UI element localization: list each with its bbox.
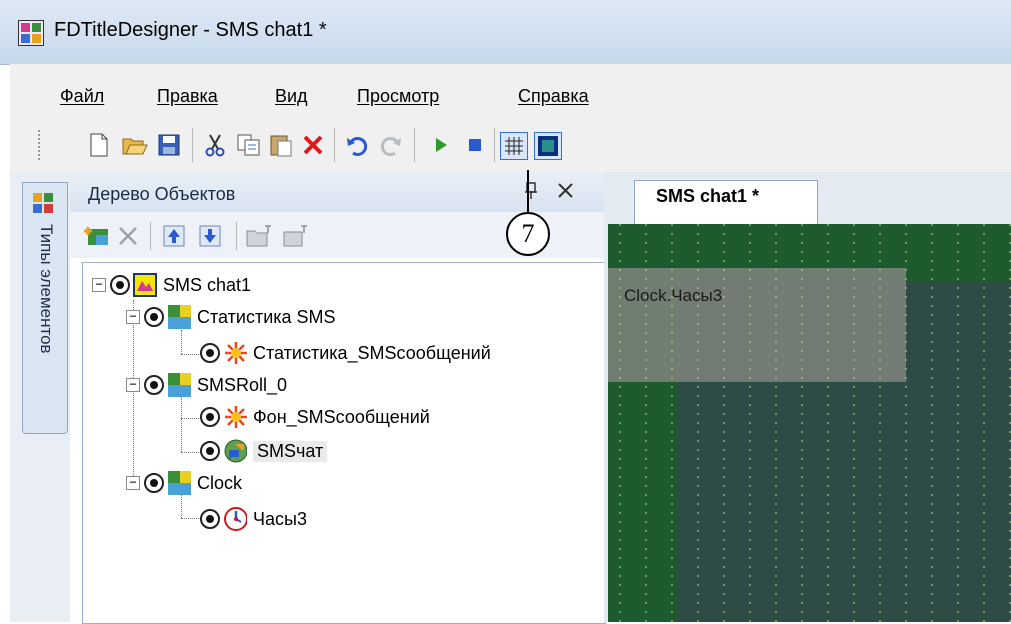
tree-node-layer[interactable]: − SMSRoll_0 xyxy=(126,370,287,400)
stop-icon[interactable] xyxy=(462,132,488,158)
visibility-eye-icon[interactable] xyxy=(200,407,220,427)
layer-icon xyxy=(167,373,191,397)
grid-icon[interactable] xyxy=(500,132,528,160)
collapse-toggle[interactable]: − xyxy=(92,278,106,292)
design-canvas[interactable]: Clock.Часы3 xyxy=(608,224,1011,622)
toolbar-separator xyxy=(494,128,495,162)
visibility-eye-icon[interactable] xyxy=(144,375,164,395)
collapse-toggle[interactable]: − xyxy=(126,476,140,490)
project-icon xyxy=(133,273,157,297)
safe-area-icon[interactable] xyxy=(534,132,562,160)
visibility-eye-icon[interactable] xyxy=(144,307,164,327)
chat-icon xyxy=(223,439,247,463)
add-object-icon[interactable] xyxy=(82,222,110,250)
clock-icon xyxy=(223,507,247,531)
collapse-toggle[interactable]: − xyxy=(126,378,140,392)
visibility-eye-icon[interactable] xyxy=(200,441,220,461)
import-icon[interactable] xyxy=(246,222,274,250)
window-title: FDTitleDesigner - SMS chat1 * xyxy=(54,19,327,41)
callout-number: 7 xyxy=(521,219,535,248)
side-tab-label: Типы элементов xyxy=(37,224,56,354)
copy-icon[interactable] xyxy=(236,132,262,158)
layer-icon xyxy=(167,305,191,329)
close-panel-icon[interactable] xyxy=(556,178,576,206)
undo-icon[interactable] xyxy=(344,132,370,158)
panel-title: Дерево Объектов xyxy=(88,184,236,204)
cut-icon[interactable] xyxy=(202,132,228,158)
save-icon[interactable] xyxy=(156,132,182,158)
tree-node-label: SMSRoll_0 xyxy=(197,374,288,395)
visibility-eye-icon[interactable] xyxy=(200,343,220,363)
document-tab-label: SMS chat1 * xyxy=(656,186,760,206)
redo-icon[interactable] xyxy=(378,132,404,158)
menu-file[interactable]: Файл xyxy=(60,86,104,107)
toolbar-grip[interactable] xyxy=(38,130,43,160)
toolbar-separator xyxy=(192,128,193,162)
tree-node-project[interactable]: − SMS chat1 xyxy=(92,270,251,300)
play-icon[interactable] xyxy=(428,132,454,158)
tree-node-label: SMS chat1 xyxy=(163,274,252,295)
collapse-toggle[interactable]: − xyxy=(126,310,140,324)
layer-icon xyxy=(167,471,191,495)
callout-marker: 7 xyxy=(506,212,550,256)
tree-node-label: Статистика_SMSсообщений xyxy=(253,342,491,363)
tree-node-label: Статистика SMS xyxy=(197,306,336,327)
tree-node-label: Часы3 xyxy=(253,508,307,529)
visibility-eye-icon[interactable] xyxy=(110,275,130,295)
tree-connector xyxy=(181,394,182,452)
effect-icon xyxy=(223,341,247,365)
tree-node-effect[interactable]: Статистика_SMSсообщений xyxy=(200,338,491,368)
tree-node-layer[interactable]: − Статистика SMS xyxy=(126,302,336,332)
delete-object-icon[interactable] xyxy=(114,222,142,250)
callout-line xyxy=(527,170,529,214)
tree-node-chat[interactable]: SMSчат xyxy=(200,436,328,466)
tree-node-effect[interactable]: Фон_SMSсообщений xyxy=(200,402,430,432)
visibility-eye-icon[interactable] xyxy=(200,509,220,529)
element-types-icon xyxy=(32,192,54,214)
tree-node-label: Фон_SMSсообщений xyxy=(253,406,430,427)
paste-icon[interactable] xyxy=(268,132,294,158)
app-icon xyxy=(18,20,44,46)
open-folder-icon[interactable] xyxy=(122,132,148,158)
delete-icon[interactable] xyxy=(300,132,326,158)
menu-edit[interactable]: Правка xyxy=(157,86,218,107)
canvas-object-label: Clock.Часы3 xyxy=(624,286,723,305)
tree-node-layer[interactable]: − Clock xyxy=(126,468,242,498)
move-up-icon[interactable] xyxy=(160,222,188,250)
tree-node-clock[interactable]: Часы3 xyxy=(200,504,307,534)
tree-node-label: SMSчат xyxy=(253,440,328,462)
menu-help[interactable]: Справка xyxy=(518,86,589,107)
menu-view[interactable]: Вид xyxy=(275,86,308,107)
export-icon[interactable] xyxy=(282,222,310,250)
panel-toolbar-separator xyxy=(150,222,151,250)
new-file-icon[interactable] xyxy=(86,132,112,158)
effect-icon xyxy=(223,405,247,429)
toolbar-separator xyxy=(334,128,335,162)
panel-toolbar-separator xyxy=(236,222,237,250)
toolbar-separator xyxy=(414,128,415,162)
canvas-graphics xyxy=(608,224,1011,622)
menu-preview[interactable]: Просмотр xyxy=(357,86,439,107)
move-down-icon[interactable] xyxy=(196,222,224,250)
tree-node-label: Clock xyxy=(197,472,243,493)
tree-connector xyxy=(181,330,182,354)
visibility-eye-icon[interactable] xyxy=(144,473,164,493)
